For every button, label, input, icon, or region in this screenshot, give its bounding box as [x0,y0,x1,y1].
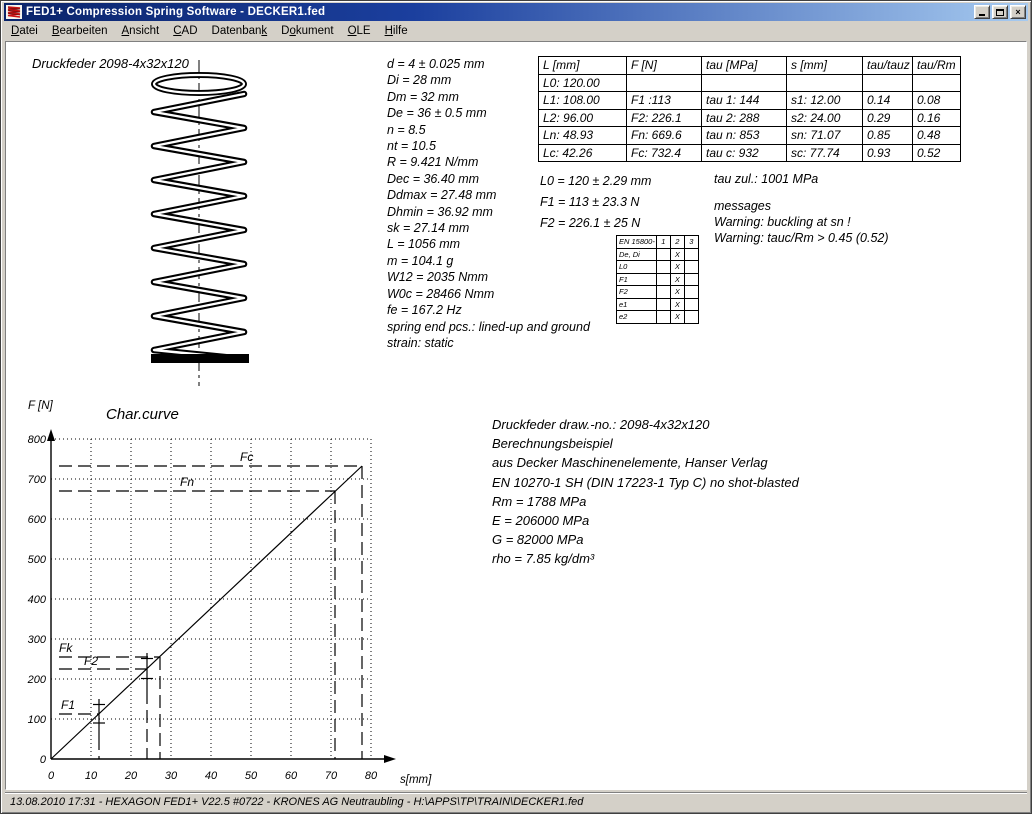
tolerance-line: F1 = 113 ± 23.3 N [540,192,651,213]
minimize-icon [979,14,985,16]
svg-text:500: 500 [28,554,47,566]
info-line: Druckfeder draw.-no.: 2098-4x32x120 [492,415,799,434]
en15800-row: L0 X [617,261,699,274]
close-icon: × [1015,8,1020,17]
svg-text:20: 20 [124,770,138,782]
characteristic-line [51,466,362,759]
param-line: W12 = 2035 Nmm [387,269,590,285]
info-line: G = 82000 MPa [492,530,799,549]
svg-text:0: 0 [48,770,55,782]
titlebar: FED1+ Compression Spring Software - DECK… [4,3,1028,21]
minimize-button[interactable] [974,5,990,19]
marker-labels: Fc Fn Fk F2 F1 [59,450,253,712]
tolerance-bars [93,653,153,737]
svg-text:70: 70 [325,770,338,782]
en15800-table: EN 15800- 1 2 3 De, Di X L0 X F1 X [616,235,699,324]
info-line: EN 10270-1 SH (DIN 17223-1 Typ C) no sho… [492,473,799,492]
maximize-icon [996,9,1004,16]
y-axis-arrow [47,429,55,441]
svg-text:Fc: Fc [240,450,253,464]
document-area: Druckfeder 2098-4x32x120 d = 4 ± 0.025 m… [5,41,1027,790]
messages-title: messages [714,198,889,214]
tolerance-block: L0 = 120 ± 2.29 mm F1 = 113 ± 23.3 N F2 … [540,171,651,234]
svg-text:80: 80 [365,770,378,782]
warning-line: Warning: tauc/Rm > 0.45 (0.52) [714,230,889,246]
menu-ole[interactable]: OLE [341,23,378,39]
menu-bearbeiten[interactable]: Bearbeiten [45,23,115,39]
svg-text:100: 100 [28,714,47,726]
table-row: L2: 96.00 F2: 226.1 tau 2: 288 s2: 24.00… [539,109,961,127]
param-line: m = 104.1 g [387,253,590,269]
statusbar: 13.08.2010 17:31 - HEXAGON FED1+ V22.5 #… [5,792,1027,811]
info-line: rho = 7.85 kg/dm³ [492,549,799,568]
menu-hilfe[interactable]: Hilfe [378,23,415,39]
info-line: E = 206000 MPa [492,511,799,530]
param-line: W0c = 28466 Nmm [387,286,590,302]
chart-title: Char.curve [106,406,179,423]
window-title: FED1+ Compression Spring Software - DECK… [26,6,325,18]
spring-drawing [146,56,261,396]
table-header-row: L [mm] F [N] tau [MPa] s [mm] tau/tauz t… [539,57,961,75]
messages-block: messages Warning: buckling at sn ! Warni… [714,198,889,247]
svg-text:F2: F2 [84,654,98,668]
menu-datenbank[interactable]: Datenbank [205,23,275,39]
close-button[interactable]: × [1010,5,1026,19]
app-icon [6,5,22,19]
svg-text:800: 800 [28,434,47,446]
app-window: FED1+ Compression Spring Software - DECK… [0,0,1032,814]
drawing-info-block: Druckfeder draw.-no.: 2098-4x32x120 Bere… [492,415,799,569]
info-line: aus Decker Maschinenelemente, Hanser Ver… [492,453,799,472]
table-row: Ln: 48.93 Fn: 669.6 tau n: 853 sn: 71.07… [539,127,961,145]
menu-cad[interactable]: CAD [166,23,204,39]
en15800-row: F1 X [617,273,699,286]
svg-text:300: 300 [28,634,47,646]
menubar: Datei Bearbeiten Ansicht CAD Datenbank D… [4,21,1028,41]
param-line: spring end pcs.: lined-up and ground [387,319,590,335]
param-line: L = 1056 mm [387,236,590,252]
svg-text:10: 10 [85,770,98,782]
param-line: fe = 167.2 Hz [387,302,590,318]
svg-text:Fk: Fk [59,641,73,655]
svg-text:40: 40 [205,770,218,782]
param-line: strain: static [387,335,590,351]
x-tick-labels: 0 10 20 30 40 50 60 70 80 [48,770,378,782]
maximize-button[interactable] [992,5,1008,19]
menu-datei[interactable]: Datei [4,23,45,39]
tolerance-line: F2 = 226.1 ± 25 N [540,213,651,234]
tolerance-line: L0 = 120 ± 2.29 mm [540,171,651,192]
info-line: Rm = 1788 MPa [492,492,799,511]
spring-ground-end [151,354,249,363]
table-row: L0: 120.00 [539,74,961,92]
y-axis-label: F [N] [28,400,54,412]
svg-text:30: 30 [165,770,178,782]
en15800-header-row: EN 15800- 1 2 3 [617,236,699,249]
svg-text:200: 200 [27,674,47,686]
svg-text:60: 60 [285,770,298,782]
en15800-row: e2 X [617,311,699,324]
en15800-row: F2 X [617,286,699,299]
status-text: 13.08.2010 17:31 - HEXAGON FED1+ V22.5 #… [10,796,583,808]
menu-dokument[interactable]: Dokument [274,23,340,39]
en15800-row: e1 X [617,298,699,311]
svg-text:700: 700 [28,474,47,486]
char-curve-chart: Char.curve F [N] s[mm] 0 100 200 300 400… [22,397,442,790]
warning-line: Warning: buckling at sn ! [714,214,889,230]
x-axis-arrow [384,755,396,763]
en15800-row: De, Di X [617,248,699,261]
table-row: L1: 108.00 F1 :113 tau 1: 144 s1: 12.00 … [539,92,961,110]
menu-ansicht[interactable]: Ansicht [115,23,167,39]
svg-text:Fn: Fn [180,475,194,489]
x-axis-label: s[mm] [400,774,432,786]
tau-zul-value: tau zul.: 1001 MPa [714,172,818,186]
svg-text:50: 50 [245,770,258,782]
results-table: L [mm] F [N] tau [MPa] s [mm] tau/tauz t… [538,56,961,162]
svg-text:400: 400 [28,594,47,606]
svg-text:F1: F1 [61,698,75,712]
table-row: Lc: 42.26 Fc: 732.4 tau c: 932 sc: 77.74… [539,144,961,162]
info-line: Berechnungsbeispiel [492,434,799,453]
y-tick-labels: 0 100 200 300 400 500 600 700 800 [27,434,47,766]
svg-text:0: 0 [40,754,47,766]
svg-text:600: 600 [28,514,47,526]
